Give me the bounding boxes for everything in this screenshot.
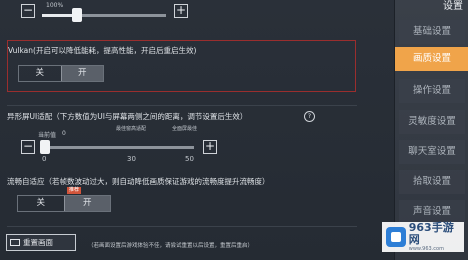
brightness-increase-button[interactable]: + (174, 4, 188, 18)
vulkan-toggle[interactable]: 关 开 (18, 65, 104, 82)
reset-graphics-button[interactable]: 重置画面 (6, 234, 76, 251)
screen-adapt-title: 异形屏UI适配（下方数值为UI与屏幕两侧之间的距离，调节设置后生效） (7, 112, 248, 121)
brightness-decrease-button[interactable]: − (21, 4, 35, 18)
screen-adapt-current-value: 0 (62, 130, 66, 137)
fluency-toggle[interactable]: 关 开 (17, 195, 111, 212)
screen-adapt-tick-30: 30 (127, 155, 136, 163)
monitor-icon (10, 239, 20, 246)
sidebar-item-pickup[interactable]: 拾取设置 (399, 170, 465, 194)
brand-logo-icon (386, 227, 406, 247)
vulkan-on-option[interactable]: 开 (60, 66, 103, 81)
sidebar-title: 设置 (443, 1, 463, 12)
recommended-badge: 推荐 (67, 187, 82, 194)
screen-adapt-slider-handle[interactable] (40, 140, 50, 154)
sidebar-item-basic[interactable]: 基础设置 (399, 20, 465, 44)
brightness-slider-fill (42, 14, 72, 17)
screen-adapt-decrease-button[interactable]: − (21, 140, 35, 154)
vulkan-section: Vulkan(开启可以降低能耗，提高性能，开启后重启生效) 关 开 (7, 40, 356, 92)
screen-adapt-tick-0: 0 (42, 155, 47, 163)
brightness-value-label: 100% (46, 2, 64, 9)
sidebar-item-sensitivity[interactable]: 灵敏度设置 (399, 110, 465, 134)
footer-note: （若画面设置后游戏体验不佳，请尝试重置以后设置，重置后重启） (88, 243, 254, 249)
screen-adapt-slider-track[interactable] (42, 146, 194, 149)
settings-main-panel: − 100% + Vulkan(开启可以降低能耗，提高性能，开启后重启生效) 关… (0, 0, 394, 260)
screen-adapt-hint-left: 最佳窗高适配 (116, 126, 147, 132)
fluency-off-option[interactable]: 关 (18, 196, 64, 211)
help-icon[interactable]: ? (304, 111, 315, 122)
reset-graphics-label: 重置画面 (23, 238, 53, 247)
brightness-slider-handle[interactable] (72, 8, 82, 22)
fluency-on-option[interactable]: 开 (63, 196, 110, 211)
vulkan-off-option[interactable]: 关 (19, 66, 61, 81)
screen-adapt-hint-right: 全面屏最佳 (172, 126, 198, 132)
sidebar-item-graphics[interactable]: 画质设置 (395, 47, 468, 71)
watermark-brand: 963手游网 (408, 221, 454, 246)
section-divider (7, 105, 357, 106)
site-watermark: 963手游网 www.963.com (382, 222, 464, 252)
sidebar-item-controls[interactable]: 操作设置 (399, 79, 465, 103)
sidebar-item-chat[interactable]: 聊天室设置 (399, 140, 465, 164)
footer-divider (7, 226, 357, 227)
screen-adapt-increase-button[interactable]: + (203, 140, 217, 154)
watermark-url: www.963.com (408, 246, 444, 252)
fluency-title: 流畅自适应（若帧数波动过大，则自动降低画质保证游戏的流畅度提升流畅度） (7, 177, 270, 186)
vulkan-title: Vulkan(开启可以降低能耗，提高性能，开启后重启生效) (8, 46, 197, 55)
screen-adapt-current-label: 当前值 (38, 132, 57, 139)
screen-adapt-tick-50: 50 (185, 155, 194, 163)
